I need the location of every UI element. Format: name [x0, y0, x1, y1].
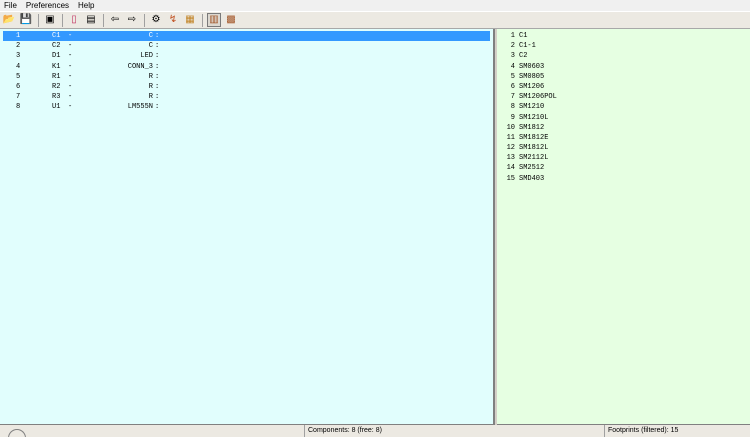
footprint-row[interactable]: 14 SM2512 — [497, 163, 750, 173]
component-row[interactable]: 3 D1 - LED : — [0, 51, 493, 61]
footprint-row[interactable]: 6 SM1206 — [497, 82, 750, 92]
toolbar-separator — [202, 13, 203, 27]
component-row[interactable]: 4 K1 - CONN_3 : — [0, 62, 493, 72]
footprint-row[interactable]: 8 SM1210 — [497, 102, 750, 112]
component-row[interactable]: 7 R3 - R : — [0, 92, 493, 102]
footprint-row[interactable]: 2 C1-1 — [497, 41, 750, 51]
save-icon[interactable]: 💾 — [19, 13, 33, 27]
footprint-row[interactable]: 4 SM0603 — [497, 62, 750, 72]
menu-preferences[interactable]: Preferences — [26, 0, 69, 11]
delete-associations-icon[interactable]: ↯ — [166, 13, 180, 27]
auto-associate-icon[interactable]: ⚙ — [149, 13, 163, 27]
footprint-row[interactable]: 15 SMD403 — [497, 174, 750, 184]
toolbar: 📂 💾 ▣ ▯ ▤ ⇦ ⇨ ⚙ ↯ ▦ ▥ ▩ — [0, 11, 750, 29]
create-stuff-file-icon[interactable]: ▤ — [84, 13, 98, 27]
toolbar-separator — [144, 13, 145, 27]
footprint-row[interactable]: 13 SM2112L — [497, 153, 750, 163]
status-footprints-count: Footprints (filtered): 15 — [604, 425, 750, 437]
filter-keyword-icon[interactable]: ▥ — [207, 13, 221, 27]
footprints-list[interactable]: 1 C1 2 C1-1 3 C2 4 SM0603 5 SM0805 6 SM1206 7S… — [497, 29, 750, 425]
footprint-row[interactable]: 10 SM1812 — [497, 123, 750, 133]
footprint-row[interactable]: 7 SM1206POL — [497, 92, 750, 102]
component-row[interactable]: 8 U1 - LM555N : — [0, 102, 493, 112]
toolbar-separator — [103, 13, 104, 27]
arrow-left-icon[interactable]: ⇦ — [108, 13, 122, 27]
footprint-row[interactable]: 9 SM1210L — [497, 113, 750, 123]
footprint-row[interactable]: 1 C1 — [497, 31, 750, 41]
footprint-row[interactable]: 3 C2 — [497, 51, 750, 61]
pdf-doc-icon[interactable]: ▦ — [183, 13, 197, 27]
menu-help[interactable]: Help — [78, 0, 94, 11]
menu-file[interactable]: File — [4, 0, 17, 11]
footprint-row[interactable]: 11 SM1812E — [497, 133, 750, 143]
arrow-right-icon[interactable]: ⇨ — [125, 13, 139, 27]
config-icon[interactable]: ▣ — [43, 13, 57, 27]
status-components-count: Components: 8 (free: 8) — [304, 425, 604, 437]
component-row[interactable]: 6 R2 - R : — [0, 82, 493, 92]
resize-grip-icon — [8, 429, 26, 437]
toolbar-separator — [62, 13, 63, 27]
toolbar-separator — [38, 13, 39, 27]
module-editor-icon[interactable]: ▯ — [67, 13, 81, 27]
footprint-row[interactable]: 12 SM1812L — [497, 143, 750, 153]
menu-bar: File Preferences Help — [0, 0, 750, 11]
status-bar: Components: 8 (free: 8) Footprints (filt… — [0, 425, 750, 437]
component-row[interactable]: 1 C1 - C : — [3, 31, 490, 42]
component-row[interactable]: 2 C2 - C : — [0, 41, 493, 51]
filter-pincount-icon[interactable]: ▩ — [224, 13, 238, 27]
open-folder-icon[interactable]: 📂 — [2, 13, 16, 27]
components-list[interactable]: 1 C1 - C : 2 C2 - C : 3 D1 - LED : 4 K1 … — [0, 29, 495, 425]
component-row[interactable]: 5 R1 - R : — [0, 72, 493, 82]
footprint-row[interactable]: 5 SM0805 — [497, 72, 750, 82]
status-grip — [0, 425, 304, 437]
